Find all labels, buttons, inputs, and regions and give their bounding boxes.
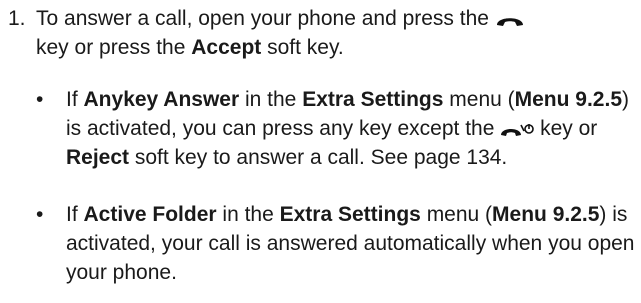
anykey-answer-label: Anykey Answer <box>83 88 240 111</box>
bullet-text-segment: If <box>66 88 78 111</box>
call-send-key-icon <box>495 12 525 28</box>
step-text-part-2: key or press the <box>36 36 186 59</box>
bullet-text-segment: in the <box>244 88 297 111</box>
call-end-power-key-icon <box>500 122 535 138</box>
bullet-text-segment: menu ( <box>426 203 493 226</box>
menu-reference: Menu 9.2.5 <box>492 203 600 226</box>
step-text: To answer a call, open your phone and pr… <box>36 4 636 62</box>
extra-settings-label: Extra Settings <box>279 203 421 226</box>
bullet-text-segment: key or <box>540 117 598 140</box>
bullet-text: If Active Folder in the Extra Settings m… <box>66 200 638 287</box>
accept-soft-key-label: Accept <box>191 36 262 59</box>
bullet-text-segment: menu ( <box>449 88 515 111</box>
reject-soft-key-label: Reject <box>66 146 130 169</box>
step-number: 1. <box>8 7 26 30</box>
step-text-part-3: soft key. <box>267 36 344 59</box>
active-folder-label: Active Folder <box>83 203 217 226</box>
bullet-text-segment: soft key to answer a call. See page 134. <box>134 146 508 169</box>
bullet-text: If Anykey Answer in the Extra Settings m… <box>66 85 638 172</box>
bullet-text-segment: in the <box>222 203 274 226</box>
menu-reference: Menu 9.2.5 <box>514 88 622 111</box>
bullet-marker: • <box>36 88 44 111</box>
manual-page: 1. To answer a call, open your phone and… <box>0 0 641 303</box>
bullet-marker: • <box>36 203 44 226</box>
extra-settings-label: Extra Settings <box>302 88 444 111</box>
bullet-text-segment: If <box>66 203 78 226</box>
step-text-part-1: To answer a call, open your phone and pr… <box>36 7 489 30</box>
